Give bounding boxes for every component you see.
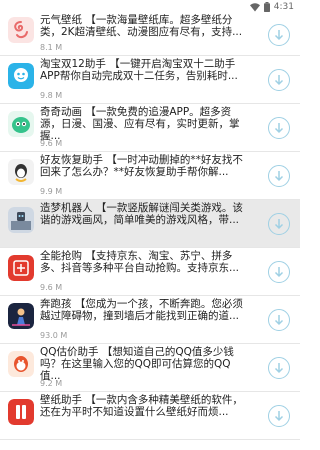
list-item[interactable]: QQ估价助手 【想知道自己的QQ值多少钱吗？在这里输入您的QQ即可估算您的QQ值…	[0, 344, 300, 392]
download-button[interactable]	[268, 68, 290, 91]
qiang-icon	[8, 255, 34, 281]
list-item[interactable]: 壁纸助手 【一款内含多种精美壁纸的软件，还在为平时不知道设置什么壁纸好而烦...	[0, 392, 300, 440]
status-bar: 4:31	[0, 0, 300, 14]
qq-valuation-icon	[8, 351, 34, 377]
list-item[interactable]: 造梦机器人 【一款竖版解谜闯关类游戏。该谐的游戏画风，简单唯美的游戏风格，带..…	[0, 200, 300, 248]
runner-game-icon	[8, 303, 34, 329]
download-button[interactable]	[268, 23, 290, 46]
app-size: 8.1 M	[40, 43, 63, 52]
app-size: 9.8 M	[40, 91, 63, 100]
download-arrow-icon	[274, 122, 284, 133]
dream-robot-icon	[8, 207, 34, 233]
qiqi-anime-icon	[8, 111, 34, 137]
list-item[interactable]: 淘宝双12助手 【一键开启淘宝双十二助手APP帮你自动完成双十二任务，告别耗时.…	[0, 56, 300, 104]
download-button[interactable]	[268, 260, 290, 283]
wallpaper-helper-icon	[8, 399, 34, 425]
download-arrow-icon	[274, 29, 284, 40]
download-button[interactable]	[268, 212, 290, 235]
app-list: 元气壁纸 【一款海量壁纸库。超多壁纸分类，2K超清壁纸、动漫图应有尽有，支持..…	[0, 14, 300, 440]
app-size: 9.6 M	[40, 139, 63, 148]
app-description: 造梦机器人 【一款竖版解谜闯关类游戏。该谐的游戏画风，简单唯美的游戏风格，带..…	[40, 202, 243, 226]
download-arrow-icon	[274, 218, 284, 229]
app-description: 奔跑孩 【您成为一个孩，不断奔跑。您必须越过障碍物，撞到墙后才能找到正确的道..…	[40, 298, 243, 322]
download-arrow-icon	[274, 266, 284, 277]
app-size: 9.6 M	[40, 283, 63, 292]
download-button[interactable]	[268, 116, 290, 139]
download-arrow-icon	[274, 170, 284, 181]
download-button[interactable]	[268, 164, 290, 187]
app-size: 93.0 M	[40, 331, 68, 340]
wifi-icon	[249, 2, 260, 12]
list-item[interactable]: 好友恢复助手 【一时冲动删掉的**好友找不回来了怎么办？**好友恢复助手帮你解.…	[0, 152, 300, 200]
download-button[interactable]	[268, 308, 290, 331]
list-item[interactable]: 奇奇动画 【一款免费的追漫APP。超多资源，日漫、国漫、应有尽有，实时更新，掌握…	[0, 104, 300, 152]
list-item[interactable]: 奔跑孩 【您成为一个孩，不断奔跑。您必须越过障碍物，撞到墙后才能找到正确的道..…	[0, 296, 300, 344]
app-description: 壁纸助手 【一款内含多种精美壁纸的软件，还在为平时不知道设置什么壁纸好而烦...	[40, 394, 243, 418]
battery-icon	[263, 2, 270, 12]
taobao-helper-icon	[8, 63, 34, 89]
list-item[interactable]: 元气壁纸 【一款海量壁纸库。超多壁纸分类，2K超清壁纸、动漫图应有尽有，支持..…	[0, 14, 300, 56]
download-arrow-icon	[274, 410, 284, 421]
app-description: 奇奇动画 【一款免费的追漫APP。超多资源，日漫、国漫、应有尽有，实时更新，掌握…	[40, 106, 240, 142]
download-arrow-icon	[274, 314, 284, 325]
app-size: 9.9 M	[40, 187, 63, 196]
list-item[interactable]: 全能抢购 【支持京东、淘宝、苏宁、拼多多、抖音等多种平台自动抢购。支持京东...…	[0, 248, 300, 296]
download-arrow-icon	[274, 74, 284, 85]
app-description: 全能抢购 【支持京东、淘宝、苏宁、拼多多、抖音等多种平台自动抢购。支持京东...	[40, 250, 240, 274]
friend-recovery-icon	[8, 159, 34, 185]
status-time: 4:31	[273, 2, 294, 12]
yuanqi-wallpaper-icon	[8, 17, 34, 43]
app-description: 元气壁纸 【一款海量壁纸库。超多壁纸分类，2K超清壁纸、动漫图应有尽有，支持..…	[40, 14, 243, 38]
app-description: 好友恢复助手 【一时冲动删掉的**好友找不回来了怎么办？**好友恢复助手帮你解.…	[40, 154, 243, 178]
app-description: QQ估价助手 【想知道自己的QQ值多少钱吗？在这里输入您的QQ即可估算您的QQ值…	[40, 346, 234, 382]
app-description: 淘宝双12助手 【一键开启淘宝双十二助手APP帮你自动完成双十二任务，告别耗时.…	[40, 58, 238, 82]
download-button[interactable]	[268, 356, 290, 379]
download-button[interactable]	[268, 404, 290, 427]
download-arrow-icon	[274, 362, 284, 373]
app-size: 9.2 M	[40, 379, 63, 388]
